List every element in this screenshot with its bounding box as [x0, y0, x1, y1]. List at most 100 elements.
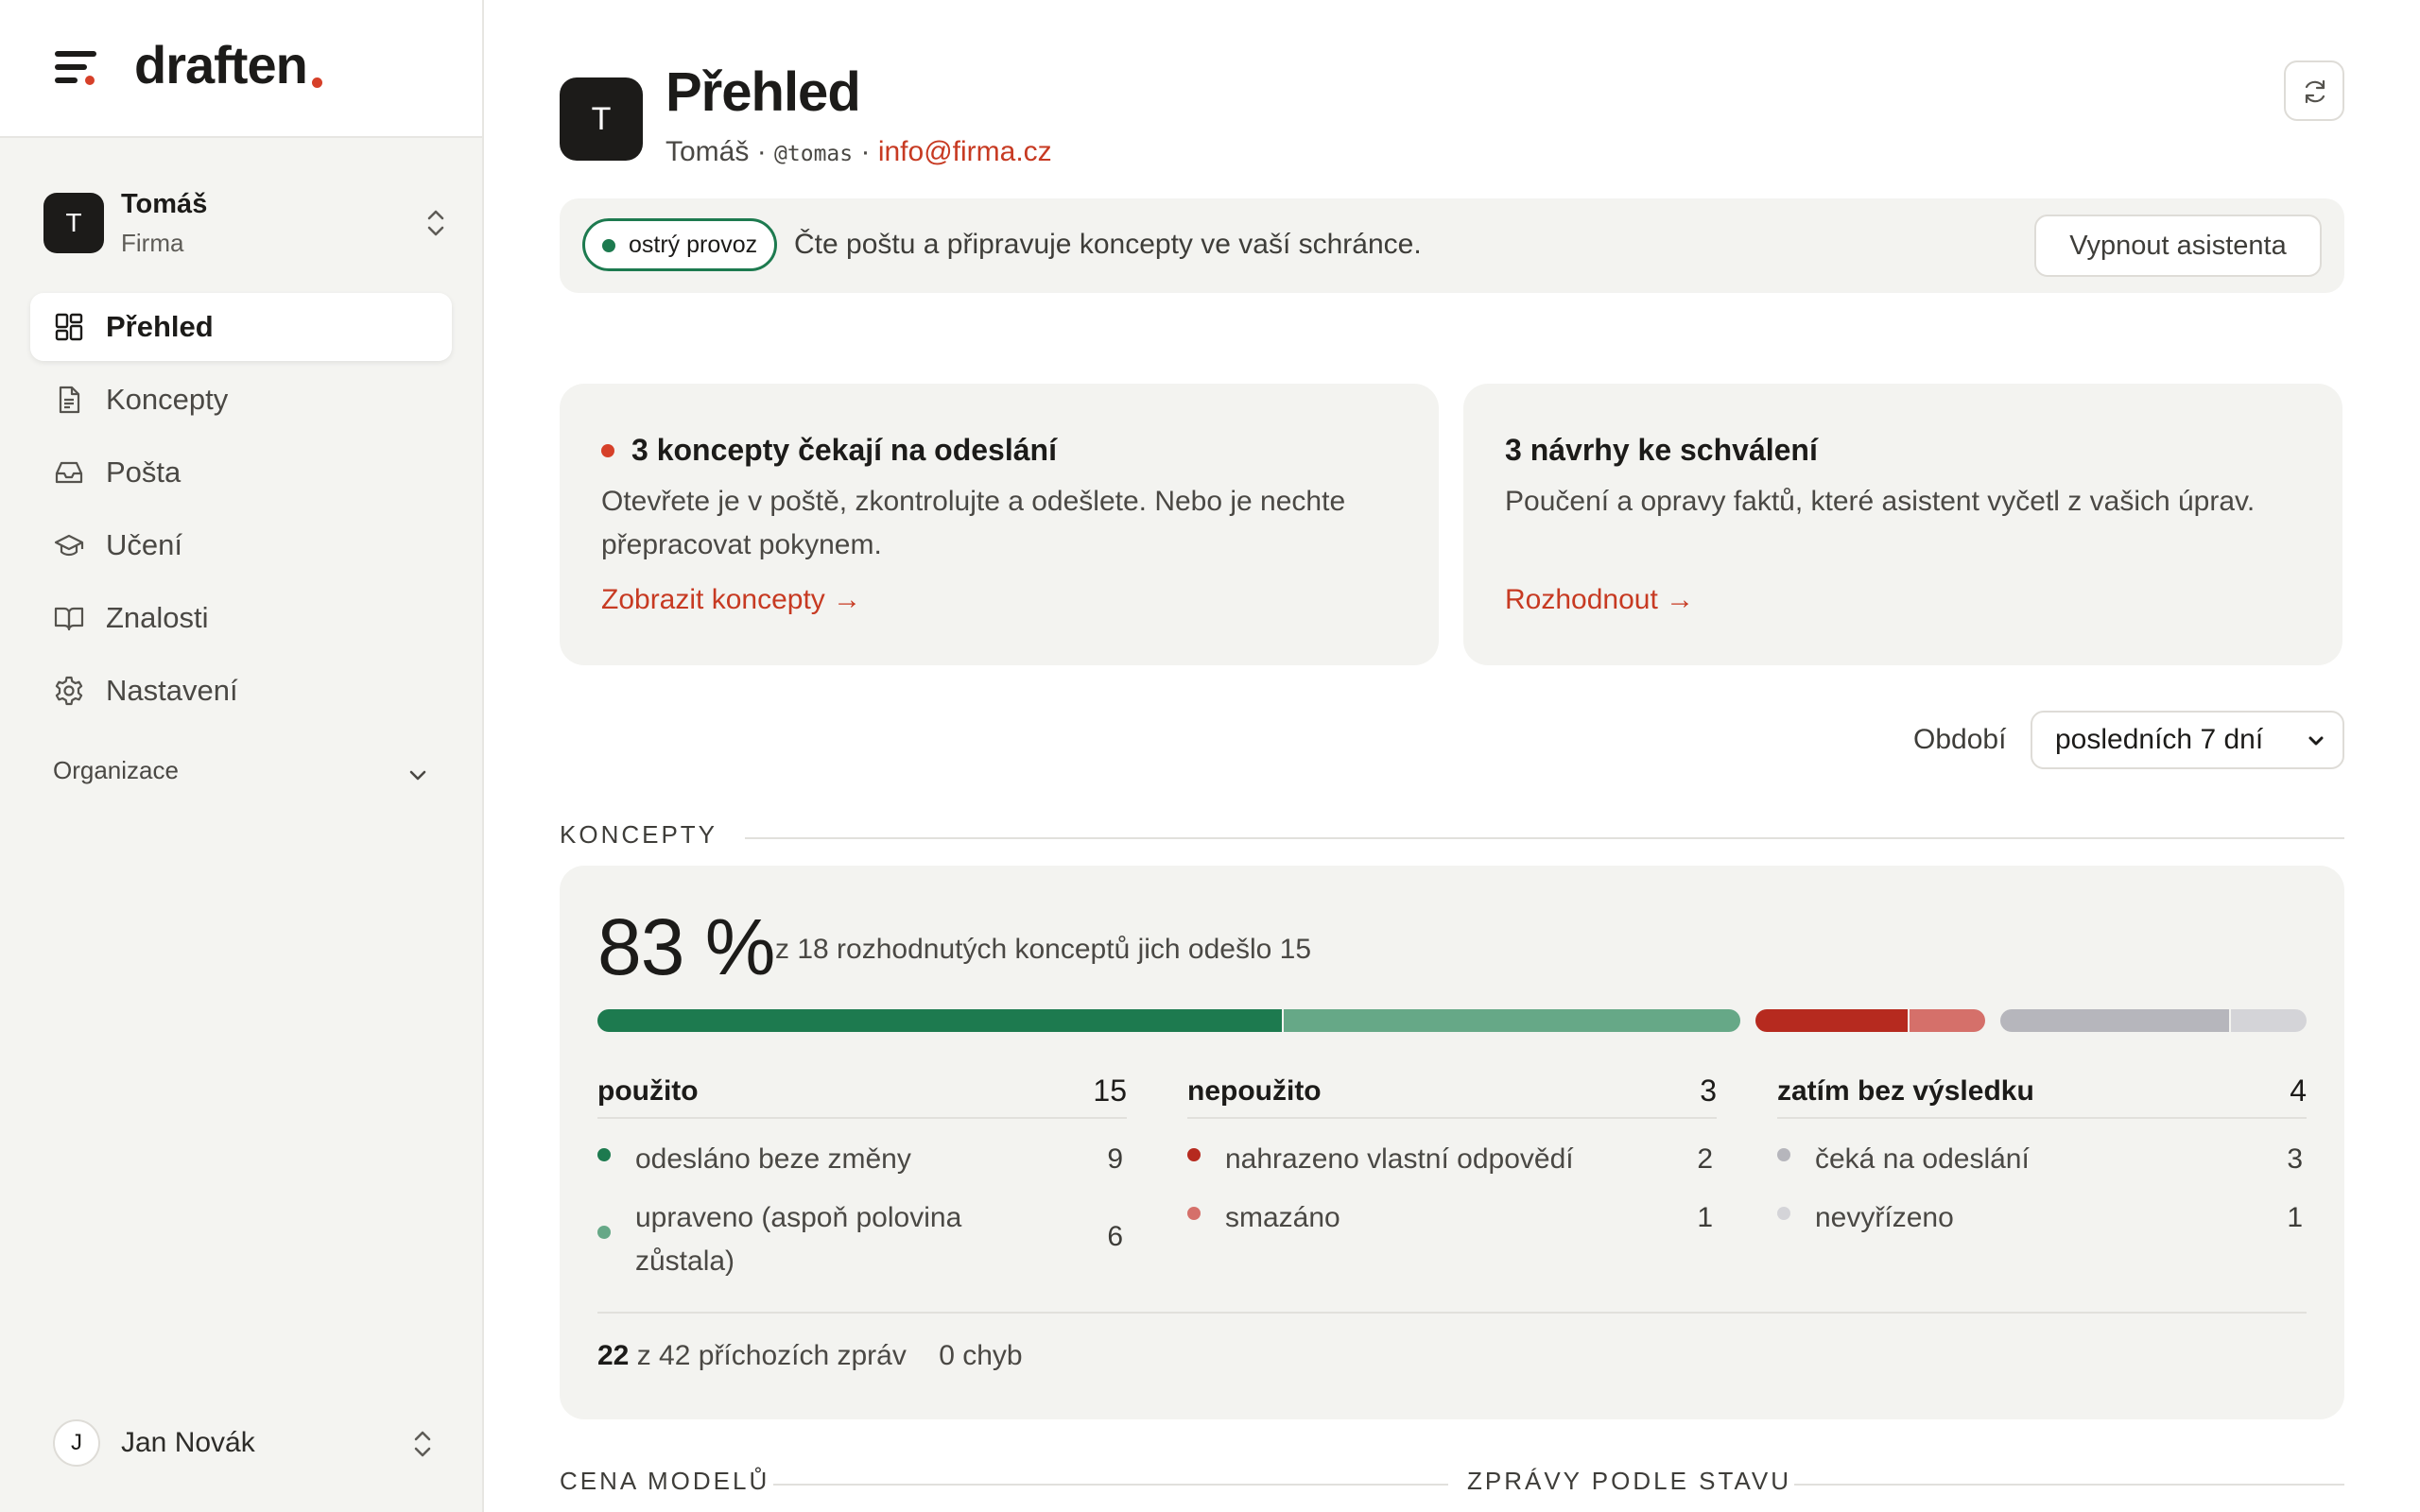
sidebar-item-label: Nastavení [106, 674, 238, 707]
item-label: čeká na odeslání [1815, 1143, 2030, 1175]
account-handle: @tomas [774, 142, 854, 166]
org-subtitle: Firma [121, 229, 184, 257]
meta-separator: · [860, 136, 871, 167]
legend-dot [1777, 1207, 1790, 1220]
item-value: 9 [1107, 1143, 1123, 1175]
outcome-bar-segment [2000, 1009, 2229, 1032]
alert-dot [601, 444, 614, 457]
account-email-link[interactable]: info@firma.cz [878, 136, 1052, 167]
item-value: 6 [1107, 1221, 1123, 1252]
pending-drafts-card: 3 koncepty čekají na odeslání Otevřete j… [560, 384, 1439, 665]
inbox-icon [53, 456, 85, 489]
sidebar-item-prehled[interactable]: Přehled [30, 293, 452, 361]
sidebar-item-label: Znalosti [106, 601, 209, 634]
book-icon [53, 602, 85, 634]
legend-dot [597, 1226, 611, 1239]
section-heading-model-cost: CENA MODELŮ [560, 1463, 1448, 1501]
outcome-group-unused: nepoužito 3 nahrazeno vlastní odpovědí 2… [1187, 1066, 1717, 1236]
item-value: 2 [1697, 1143, 1713, 1175]
legend-dot [597, 1148, 611, 1161]
list-item: čeká na odeslání 3 [1777, 1119, 2307, 1177]
org-switcher[interactable]: T Tomáš Firma [43, 185, 450, 261]
chevron-up-down-icon [427, 210, 444, 236]
sidebar-item-posta[interactable]: Pošta [30, 438, 452, 507]
legend-dot [1187, 1148, 1201, 1161]
legend-dot [1777, 1148, 1790, 1161]
section-divider [773, 1484, 1448, 1486]
suggestions-card: 3 návrhy ke schválení Poučení a opravy f… [1463, 384, 2342, 665]
sidebar-item-znalosti[interactable]: Znalosti [30, 584, 452, 652]
item-label: nahrazeno vlastní odpovědí [1225, 1143, 1574, 1175]
item-value: 3 [2287, 1143, 2303, 1175]
summary-footer: 22 z 42 příchozích zpráv 0 chyb [597, 1340, 1023, 1372]
brand-logo-dot [312, 77, 322, 88]
chevron-down-icon [409, 770, 426, 781]
menu-icon[interactable] [55, 49, 98, 85]
brand-logo: draften [134, 35, 308, 94]
item-label: upraveno (aspoň polovina zůstala) [635, 1202, 962, 1277]
sidebar-item-uceni[interactable]: Učení [30, 511, 452, 579]
item-label: odesláno beze změny [635, 1143, 911, 1175]
refresh-icon [2305, 79, 2325, 104]
section-heading-drafts: KONCEPTY [560, 816, 2344, 854]
success-rate-description: z 18 rozhodnutých konceptů jich odešlo 1… [775, 934, 1312, 965]
main-content: T Přehled Tomáš · @tomas · info@firma.cz… [484, 0, 2420, 1512]
document-icon [53, 384, 85, 416]
account-avatar: T [560, 77, 643, 161]
group-header: nepoužito 3 [1187, 1066, 1717, 1119]
sidebar-item-label: Koncepty [106, 383, 229, 416]
user-name: Jan Novák [121, 1427, 255, 1458]
success-rate: 83 % [597, 902, 775, 991]
organization-group-toggle[interactable]: Organizace [53, 756, 431, 794]
sidebar-item-label: Pošta [106, 455, 182, 489]
outcome-bar-segment [1284, 1009, 1740, 1032]
period-select[interactable]: posledních 7 dní [2031, 711, 2344, 769]
outcome-group-used: použito 15 odesláno beze změny 9 upraven… [597, 1066, 1127, 1277]
meta-separator: · [756, 136, 767, 167]
processed-count: 22 [597, 1340, 630, 1371]
list-item: nevyřízeno 1 [1777, 1177, 2307, 1236]
status-dot [602, 239, 615, 252]
sidebar-item-nastaveni[interactable]: Nastavení [30, 657, 452, 725]
user-switcher[interactable]: J Jan Novák [53, 1418, 431, 1470]
group-header: zatím bez výsledku 4 [1777, 1066, 2307, 1119]
sidebar-nav: Přehled Koncepty Pošta Učení Znalosti Na… [30, 293, 452, 730]
list-item: upraveno (aspoň polovina zůstala) 6 [597, 1177, 1127, 1277]
disable-assistant-button[interactable]: Vypnout asistenta [2034, 215, 2322, 277]
item-value: 1 [1697, 1202, 1713, 1233]
avatar: J [53, 1419, 100, 1467]
item-label: nevyřízeno [1815, 1202, 1954, 1233]
outcome-bar-segment [1909, 1009, 1986, 1032]
page-title: Přehled [666, 61, 861, 123]
decide-link[interactable]: Rozhodnout → [1505, 584, 1694, 616]
outcome-bar-segment [1754, 1009, 1908, 1032]
divider [597, 1312, 2307, 1314]
legend-dot [1187, 1207, 1201, 1220]
group-total: 4 [2290, 1074, 2307, 1108]
outcome-bar-segment [597, 1009, 1283, 1032]
chevron-up-down-icon [414, 1431, 431, 1457]
sidebar-item-koncepty[interactable]: Koncepty [30, 366, 452, 434]
card-body: Otevřete je v poště, zkontrolujte a odeš… [601, 486, 1346, 560]
card-title: 3 návrhy ke schválení [1505, 433, 1818, 467]
period-select-value: posledních 7 dní [2055, 724, 2264, 755]
section-label: CENA MODELŮ [560, 1467, 770, 1495]
refresh-button[interactable] [2284, 60, 2344, 121]
period-label: Období [1913, 724, 2007, 755]
section-divider [745, 837, 2344, 839]
status-text: Čte poštu a připravuje koncepty ve vaší … [794, 229, 1422, 260]
group-name: nepoužito [1187, 1075, 1322, 1107]
item-value: 1 [2287, 1202, 2303, 1233]
sidebar-item-label: Učení [106, 528, 182, 561]
view-drafts-link[interactable]: Zobrazit koncepty → [601, 584, 861, 616]
status-badge-label: ostrý provoz [629, 232, 758, 258]
gear-icon [53, 675, 85, 707]
item-label: smazáno [1225, 1202, 1340, 1233]
brand-header: draften [0, 0, 482, 138]
account-name: Tomáš [666, 136, 750, 167]
org-avatar: T [43, 193, 104, 253]
outcome-bar-segment [2230, 1009, 2307, 1032]
error-count: 0 chyb [939, 1340, 1023, 1371]
group-header: použito 15 [597, 1066, 1127, 1119]
org-name: Tomáš [121, 189, 208, 219]
